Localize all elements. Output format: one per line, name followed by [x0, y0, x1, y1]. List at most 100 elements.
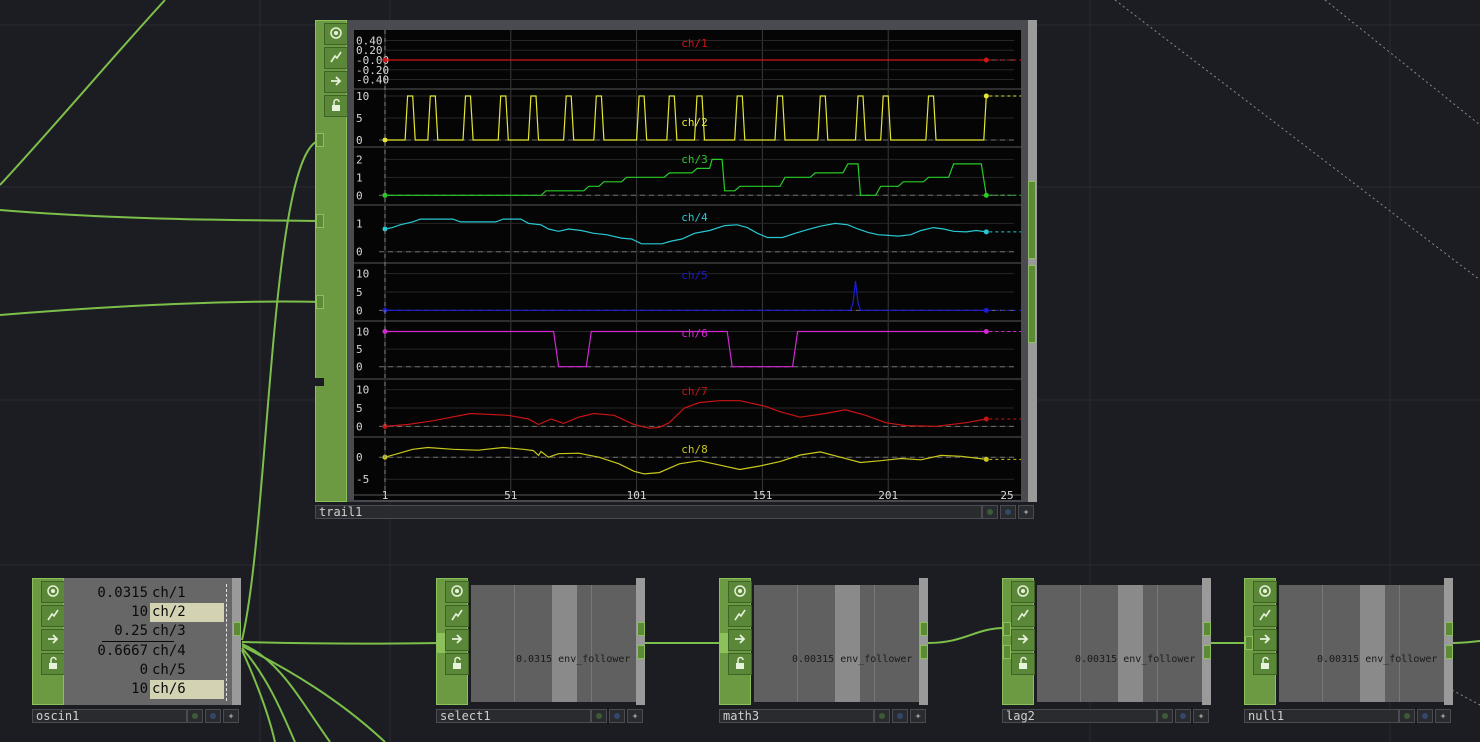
oscin1-output[interactable] [233, 622, 241, 636]
clone-dot-icon[interactable] [892, 709, 908, 723]
y-tick-label: 1 [356, 217, 363, 230]
display-flag-icon[interactable] [1253, 629, 1277, 651]
oscin1-node[interactable]: 0.0315 ch/1 10 ch/2 0.25 ch/3 0.6667 ch/4 0c… [32, 578, 243, 724]
value-dashed-edge [226, 584, 227, 701]
select1-input[interactable] [437, 633, 445, 653]
series-label: ch/4 [681, 211, 708, 224]
render-dot-icon[interactable] [982, 505, 998, 519]
viewer-active-icon[interactable] [728, 581, 752, 603]
expand-icon[interactable]: ✦ [1193, 709, 1209, 723]
lock-icon[interactable] [445, 653, 469, 675]
series-label: ch/1 [681, 37, 708, 50]
series-end-dot [983, 456, 989, 462]
series-label: ch/5 [681, 269, 708, 282]
viewer-bar-track [1399, 585, 1400, 702]
bypass-icon[interactable] [1253, 605, 1277, 627]
null1-output[interactable] [1445, 622, 1453, 636]
lag2-input-1[interactable] [1003, 622, 1011, 636]
null1-name-field[interactable]: null1 [1244, 709, 1399, 723]
lock-icon[interactable] [41, 653, 65, 675]
trail1-output-2[interactable] [1028, 265, 1036, 343]
wire-upper [0, 0, 166, 186]
chart-background [354, 30, 1021, 500]
lock-icon[interactable] [1011, 653, 1035, 675]
bypass-icon[interactable] [1011, 605, 1035, 627]
lock-icon[interactable] [728, 653, 752, 675]
lag2-node[interactable]: 0.00315 env_follower lag2 ✦ [1002, 578, 1213, 724]
math3-right-edge [919, 578, 928, 705]
y-tick-label: 5 [356, 343, 363, 356]
trail1-input-1[interactable] [316, 133, 324, 147]
render-dot-icon[interactable] [187, 709, 203, 723]
math3-input[interactable] [720, 633, 728, 653]
clone-dot-icon[interactable] [609, 709, 625, 723]
expand-icon[interactable]: ✦ [223, 709, 239, 723]
trail1-input-2[interactable] [316, 214, 324, 228]
wire-oscin-down-4 [241, 649, 276, 742]
clone-dot-icon[interactable] [1000, 505, 1016, 519]
viewer-bar-highlight [1118, 585, 1143, 702]
render-dot-icon[interactable] [591, 709, 607, 723]
display-flag-icon[interactable] [445, 629, 469, 651]
display-flag-icon[interactable] [41, 629, 65, 651]
math3-node[interactable]: 0.00315 env_follower math3 ✦ [719, 578, 930, 724]
viewer-active-icon[interactable] [1253, 581, 1277, 603]
bypass-icon[interactable] [324, 47, 348, 69]
bypass-icon[interactable] [445, 605, 469, 627]
lag2-readout: 0.00315 env_follower [1075, 654, 1196, 665]
y-tick-label: 1 [356, 171, 363, 184]
lag2-name-field[interactable]: lag2 [1002, 709, 1157, 723]
oscin1-name-field[interactable]: oscin1 [32, 709, 187, 723]
math3-output[interactable] [920, 622, 928, 636]
select1-node[interactable]: 0.0315 env_follower select1 ✦ [436, 578, 647, 724]
null1-input[interactable] [1245, 636, 1253, 650]
viewer-active-icon[interactable] [445, 581, 469, 603]
bypass-icon[interactable] [728, 605, 752, 627]
expand-icon[interactable]: ✦ [1018, 505, 1034, 519]
y-tick-label: 0 [356, 304, 363, 317]
series-label: ch/7 [681, 385, 708, 398]
trail1-output-1[interactable] [1028, 181, 1036, 259]
select1-output[interactable] [637, 622, 645, 636]
trail1-right-edge [1028, 20, 1037, 502]
lag2-output[interactable] [1203, 622, 1211, 636]
math3-name-field[interactable]: math3 [719, 709, 874, 723]
null1-name: null1 [1248, 709, 1285, 723]
display-flag-icon[interactable] [728, 629, 752, 651]
expand-icon[interactable]: ✦ [1435, 709, 1451, 723]
trail1-node[interactable]: 0.40 0.20 -0.00 -0.20 -0.40 ch/1 10 5 0 ch/2 2 1 0 ch… [315, 20, 1038, 523]
value-row: 0.0315 ch/1 [97, 585, 186, 601]
series-end-dot [983, 329, 989, 335]
trail1-name-field[interactable]: trail1 [315, 505, 982, 519]
null1-output-2[interactable] [1445, 645, 1453, 659]
series-label: ch/8 [681, 443, 708, 456]
display-flag-icon[interactable] [1011, 629, 1035, 651]
render-dot-icon[interactable] [1157, 709, 1173, 723]
expand-icon[interactable]: ✦ [627, 709, 643, 723]
null1-node[interactable]: 0.00315 env_follower null1 ✦ [1244, 578, 1455, 724]
lag2-input-2[interactable] [1003, 645, 1011, 659]
math3-output-2[interactable] [920, 645, 928, 659]
select1-readout: 0.0315 env_follower [516, 654, 631, 665]
select1-name-field[interactable]: select1 [436, 709, 591, 723]
lock-icon[interactable] [324, 95, 348, 117]
viewer-active-icon[interactable] [324, 23, 348, 45]
clone-dot-icon[interactable] [205, 709, 221, 723]
render-dot-icon[interactable] [874, 709, 890, 723]
clone-dot-icon[interactable] [1417, 709, 1433, 723]
display-flag-icon[interactable] [324, 71, 348, 93]
series-label: ch/3 [681, 153, 708, 166]
clone-dot-icon[interactable] [1175, 709, 1191, 723]
lag2-viewer: 0.00315 env_follower [1037, 585, 1202, 702]
expand-icon[interactable]: ✦ [910, 709, 926, 723]
bypass-icon[interactable] [41, 605, 65, 627]
trail1-input-separator [315, 378, 324, 386]
viewer-active-icon[interactable] [1011, 581, 1035, 603]
lock-icon[interactable] [1253, 653, 1277, 675]
lag2-output-2[interactable] [1203, 645, 1211, 659]
wire-to-trail-input-3 [0, 300, 322, 316]
viewer-active-icon[interactable] [41, 581, 65, 603]
select1-output-2[interactable] [637, 645, 645, 659]
trail1-input-3[interactable] [316, 295, 324, 309]
render-dot-icon[interactable] [1399, 709, 1415, 723]
